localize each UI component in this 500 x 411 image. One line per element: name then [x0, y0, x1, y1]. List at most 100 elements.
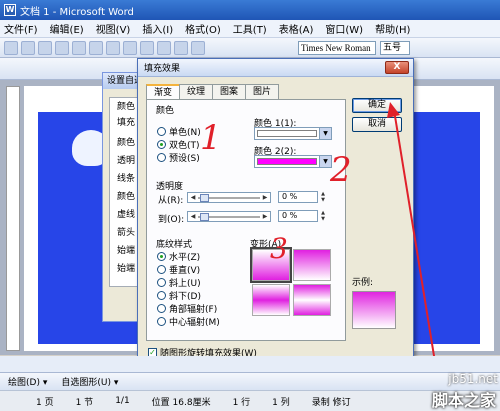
preview-icon[interactable]	[72, 40, 86, 55]
radio-horizontal-label: 水平(Z)	[169, 253, 201, 263]
spinner-icon[interactable]: ▲ ▼	[319, 210, 327, 222]
radio-from-center[interactable]: 中心辐射(M)	[157, 315, 220, 328]
annotation-1: 1	[200, 118, 222, 158]
copy-icon[interactable]	[123, 40, 137, 55]
menu-edit[interactable]: 编辑(E)	[50, 21, 84, 36]
draw-menu[interactable]: 绘图(D) ▾	[8, 375, 47, 388]
bg-label-dash: 虚线	[117, 210, 136, 220]
font-name-select[interactable]: Times New Roman	[298, 41, 376, 55]
bg-label-color: 颜色	[117, 102, 136, 112]
variant-4[interactable]	[293, 284, 331, 316]
status-mode: 录制 修订	[311, 397, 351, 408]
radio-two-colors[interactable]: 双色(T)	[157, 138, 200, 151]
drawing-toolbar: 绘图(D) ▾ 自选图形(U) ▾	[0, 372, 500, 390]
radio-one-color-label: 单色(N)	[169, 128, 201, 138]
chevron-down-icon[interactable]: ▼	[319, 128, 331, 139]
radio-two-colors-label: 双色(T)	[169, 141, 200, 151]
undo-icon[interactable]	[157, 40, 171, 55]
hyperlink-icon[interactable]	[191, 40, 205, 55]
radio-dot-selected	[157, 140, 166, 149]
status-line: 1 行	[232, 397, 251, 408]
redo-icon[interactable]	[174, 40, 188, 55]
to-slider[interactable]: ◀ ▶	[187, 211, 271, 222]
tab-strip: 渐变 纹理 图案 图片	[146, 84, 280, 101]
radio-preset-label: 预设(S)	[169, 154, 200, 164]
close-icon[interactable]: X	[385, 61, 409, 74]
left-arrow-icon[interactable]: ◀	[189, 212, 197, 221]
slider-thumb[interactable]	[200, 213, 209, 221]
vertical-ruler	[6, 86, 20, 351]
radio-dot	[157, 265, 166, 274]
menu-file[interactable]: 文件(F)	[4, 21, 38, 36]
word-app-icon: W	[4, 4, 16, 16]
radio-dot-selected	[157, 252, 166, 261]
bg-label-begin: 始端	[117, 246, 136, 256]
to-value-input[interactable]: 0 %	[278, 210, 318, 222]
paste-icon[interactable]	[140, 40, 154, 55]
radio-dot	[157, 304, 166, 313]
status-pages: 1/1	[115, 396, 130, 406]
tab-picture[interactable]: 图片	[245, 84, 280, 100]
tab-texture[interactable]: 纹理	[179, 84, 214, 100]
view-bar	[0, 356, 500, 372]
bg-label-line-color: 颜色	[117, 192, 136, 202]
font-size-select[interactable]: 五号	[380, 41, 410, 55]
dialog-title: 填充效果	[138, 59, 413, 77]
left-arrow-icon[interactable]: ◀	[189, 193, 197, 202]
bg-label-begin2: 始端	[117, 264, 136, 274]
tab-pattern[interactable]: 图案	[212, 84, 247, 100]
radio-dot	[157, 317, 166, 326]
from-label: 从(R):	[158, 196, 184, 206]
menu-table[interactable]: 表格(A)	[279, 21, 314, 36]
bg-label-fill: 填充	[117, 118, 136, 128]
radio-diagonal-down[interactable]: 斜下(D)	[157, 289, 201, 302]
spinner-icon[interactable]: ▲ ▼	[319, 191, 327, 203]
radio-from-center-label: 中心辐射(M)	[169, 318, 220, 328]
status-position: 位置 16.8厘米	[151, 397, 211, 408]
radio-one-color[interactable]: 单色(N)	[157, 125, 201, 138]
radio-diagonal-down-label: 斜下(D)	[169, 292, 201, 302]
spelling-icon[interactable]	[89, 40, 103, 55]
slider-thumb[interactable]	[200, 194, 209, 202]
shading-group-label: 底纹样式	[156, 240, 193, 250]
menu-insert[interactable]: 插入(I)	[142, 21, 173, 36]
variant-2[interactable]	[293, 249, 331, 281]
menu-format[interactable]: 格式(O)	[185, 21, 221, 36]
radio-dot	[157, 278, 166, 287]
open-icon[interactable]	[21, 40, 35, 55]
autoshapes-menu[interactable]: 自选图形(U) ▾	[61, 375, 118, 388]
transparency-group-label: 透明度	[156, 182, 184, 192]
radio-vertical[interactable]: 垂直(V)	[157, 263, 200, 276]
from-slider[interactable]: ◀ ▶	[187, 192, 271, 203]
right-arrow-icon[interactable]: ▶	[261, 212, 269, 221]
bg-label-color2: 颜色	[117, 138, 136, 148]
print-icon[interactable]	[55, 40, 69, 55]
menu-help[interactable]: 帮助(H)	[375, 21, 410, 36]
bg-label-line: 线条	[117, 174, 136, 184]
color1-select[interactable]: ▼	[254, 127, 332, 140]
watermark-site: jb51.net	[448, 372, 498, 386]
menu-bar: 文件(F) 编辑(E) 视图(V) 插入(I) 格式(O) 工具(T) 表格(A…	[0, 20, 500, 38]
save-icon[interactable]	[38, 40, 52, 55]
status-bar: 1 页 1 节 1/1 位置 16.8厘米 1 行 1 列 录制 修订	[0, 390, 500, 411]
annotation-3: 3	[270, 232, 288, 265]
radio-horizontal[interactable]: 水平(Z)	[157, 250, 200, 263]
radio-from-corner[interactable]: 角部辐射(F)	[157, 302, 217, 315]
radio-diagonal-up[interactable]: 斜上(U)	[157, 276, 201, 289]
menu-view[interactable]: 视图(V)	[96, 21, 131, 36]
title-bar: W 文档 1 - Microsoft Word	[0, 0, 500, 20]
watermark-brand: 脚本之家	[431, 391, 496, 410]
new-icon[interactable]	[4, 40, 18, 55]
color2-select[interactable]: ▼	[254, 155, 332, 168]
menu-window[interactable]: 窗口(W)	[325, 21, 363, 36]
right-arrow-icon[interactable]: ▶	[261, 193, 269, 202]
menu-tools[interactable]: 工具(T)	[233, 21, 267, 36]
radio-preset[interactable]: 预设(S)	[157, 151, 200, 164]
from-value-input[interactable]: 0 %	[278, 191, 318, 203]
bg-label-arrow: 箭头	[117, 228, 136, 238]
cut-icon[interactable]	[106, 40, 120, 55]
variant-3[interactable]	[252, 284, 290, 316]
status-column: 1 列	[272, 397, 290, 408]
color2-swatch	[257, 158, 317, 165]
status-section: 1 节	[75, 397, 94, 408]
